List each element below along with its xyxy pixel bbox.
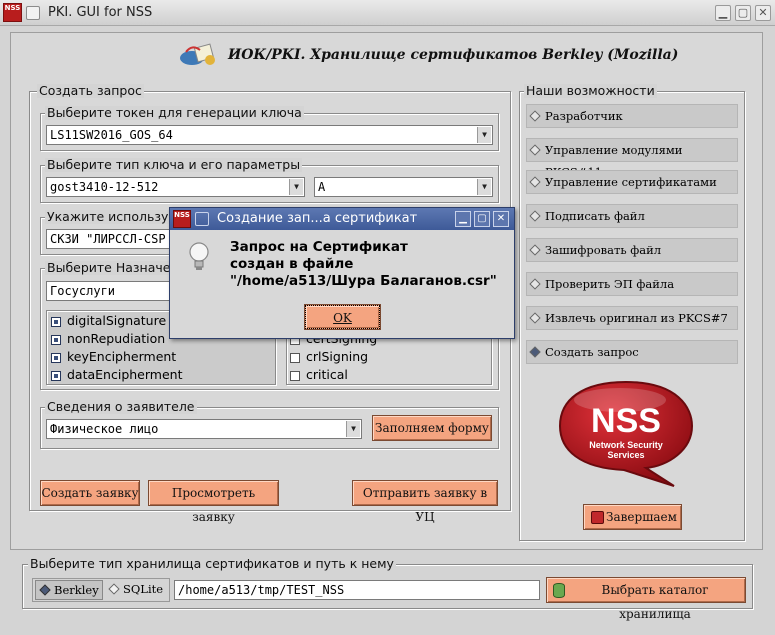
radio-icon[interactable] (529, 176, 541, 188)
chevron-down-icon[interactable]: ▼ (289, 179, 303, 195)
close-button[interactable]: ✕ (755, 5, 771, 21)
radio-icon[interactable] (529, 144, 541, 156)
dialog-message-line1: Запрос на Сертификат (230, 239, 408, 255)
purpose-value: Госуслуги (50, 284, 116, 298)
checkbox-checked-icon[interactable] (51, 370, 61, 381)
feature-certificates[interactable]: Управление сертификатами (526, 170, 738, 194)
choose-storage-button[interactable]: Выбрать каталог хранилища (546, 577, 746, 621)
send-request-button[interactable]: Отправить заявку в УЦ (352, 480, 498, 524)
nss-logo-icon: NSS Network Security Services (558, 380, 694, 487)
radio-sqlite[interactable]: SQLite (105, 580, 167, 600)
lightbulb-icon (189, 242, 209, 270)
app-logo-icon: NSS (3, 3, 22, 22)
chevron-down-icon[interactable]: ▼ (477, 127, 491, 143)
feature-sign-file[interactable]: Подписать файл (526, 204, 738, 228)
key-param-value: A (318, 180, 326, 194)
certificate-storage-icon (180, 43, 215, 65)
finish-button[interactable]: Завершаем (583, 504, 682, 530)
feature-create-request[interactable]: Создать запрос (526, 340, 738, 364)
applicant-title: Сведения о заявителе (45, 399, 197, 414)
applicant-value: Физическое лицо (50, 422, 159, 436)
radio-icon[interactable] (108, 583, 120, 595)
create-request-button[interactable]: Создать заявку (40, 480, 140, 506)
checkbox-non-repudiation[interactable]: nonRepudiation (51, 330, 182, 348)
dialog-message-line3: "/home/a513/Шура Балаганов.csr" (230, 273, 497, 289)
key-type-value: gost3410-12-512 (50, 180, 159, 194)
purpose-title: Выберите Назначен (45, 260, 181, 275)
key-type-select[interactable]: gost3410-12-512 ▼ (46, 177, 305, 197)
token-select[interactable]: LS11SW2016_GOS_64 ▼ (46, 125, 493, 145)
window-titlebar: NSS PKI. GUI for NSS ▁ ▢ ✕ (0, 0, 775, 26)
database-icon (553, 583, 565, 598)
dialog-titlebar: NSS Создание зап...а сертификат ▁ ▢ ✕ (170, 208, 514, 230)
checkbox-key-encipherment[interactable]: keyEncipherment (51, 348, 182, 366)
feature-pkcs11-modules[interactable]: Управление модулями PKCS#11 (526, 138, 738, 179)
radio-selected-icon[interactable] (39, 584, 51, 596)
token-title: Выберите токен для генерации ключа (45, 105, 304, 120)
feature-developer[interactable]: Разработчик (526, 104, 738, 128)
radio-icon[interactable] (529, 312, 541, 324)
nss-logo-line2: Services (607, 450, 644, 460)
nss-logo-line1: Network Security (589, 440, 663, 450)
key-type-title: Выберите тип ключа и его параметры (45, 157, 303, 172)
pin-icon[interactable] (26, 6, 40, 20)
radio-icon[interactable] (529, 244, 541, 256)
checkbox-checked-icon[interactable] (51, 334, 61, 345)
checkbox-unchecked-icon[interactable] (290, 370, 300, 381)
checkbox-checked-icon[interactable] (51, 316, 61, 327)
checkbox-data-encipherment[interactable]: dataEncipherment (51, 366, 182, 384)
radio-icon[interactable] (529, 210, 541, 222)
feature-extract-pkcs7[interactable]: Извлечь оригинал из PKCS#7 (526, 306, 738, 330)
page-title: ИОК/PKI. Хранилище сертификатов Berkley … (228, 47, 679, 63)
radio-icon[interactable] (529, 278, 541, 290)
radio-selected-icon[interactable] (529, 346, 541, 358)
chevron-down-icon[interactable]: ▼ (477, 179, 491, 195)
window-title: PKI. GUI for NSS (48, 5, 153, 20)
storage-path-input[interactable]: /home/a513/tmp/TEST_NSS (174, 580, 540, 600)
checkbox-critical[interactable]: critical (290, 366, 377, 384)
fill-form-button[interactable]: Заполняем форму (372, 415, 492, 441)
user-title: Укажите использует (45, 209, 186, 224)
feature-verify-signature[interactable]: Проверить ЭП файла (526, 272, 738, 296)
checkbox-crl-signing[interactable]: crlSigning (290, 348, 377, 366)
create-request-title: Создать запрос (37, 83, 144, 98)
token-value: LS11SW2016_GOS_64 (50, 128, 173, 142)
radio-icon[interactable] (529, 110, 541, 122)
checkbox-checked-icon[interactable] (51, 352, 61, 363)
dialog-title: Создание зап...а сертификат (217, 211, 418, 226)
nss-logo-big: NSS (591, 402, 661, 440)
checkbox-unchecked-icon[interactable] (290, 352, 300, 363)
ok-button[interactable]: OK (304, 304, 381, 330)
request-created-dialog: NSS Создание зап...а сертификат ▁ ▢ ✕ За… (169, 207, 515, 339)
view-request-button[interactable]: Просмотреть заявку (148, 480, 279, 524)
storage-type-radios: Berkley SQLite (32, 578, 170, 602)
pin-icon[interactable] (195, 212, 209, 226)
minimize-button[interactable]: ▁ (715, 5, 731, 21)
dialog-close-button[interactable]: ✕ (493, 211, 509, 227)
dialog-minimize-button[interactable]: ▁ (455, 211, 471, 227)
applicant-select[interactable]: Физическое лицо ▼ (46, 419, 362, 439)
feature-encrypt-file[interactable]: Зашифровать файл (526, 238, 738, 262)
user-value: СКЗИ "ЛИРССЛ-CSP (50, 232, 166, 246)
storage-title: Выберите тип хранилища сертификатов и пу… (28, 556, 396, 571)
chevron-down-icon[interactable]: ▼ (346, 421, 360, 437)
checkbox-digital-signature[interactable]: digitalSignature (51, 312, 182, 330)
power-icon (591, 511, 604, 524)
features-title: Наши возможности (524, 83, 657, 98)
maximize-button[interactable]: ▢ (735, 5, 751, 21)
purpose-left-items: digitalSignature nonRepudiation keyEncip… (51, 312, 182, 384)
dialog-maximize-button[interactable]: ▢ (474, 211, 490, 227)
key-param-select[interactable]: A ▼ (314, 177, 493, 197)
dialog-app-icon: NSS (173, 210, 191, 228)
dialog-message-line2: создан в файле (230, 256, 354, 272)
radio-berkley[interactable]: Berkley (35, 580, 103, 600)
